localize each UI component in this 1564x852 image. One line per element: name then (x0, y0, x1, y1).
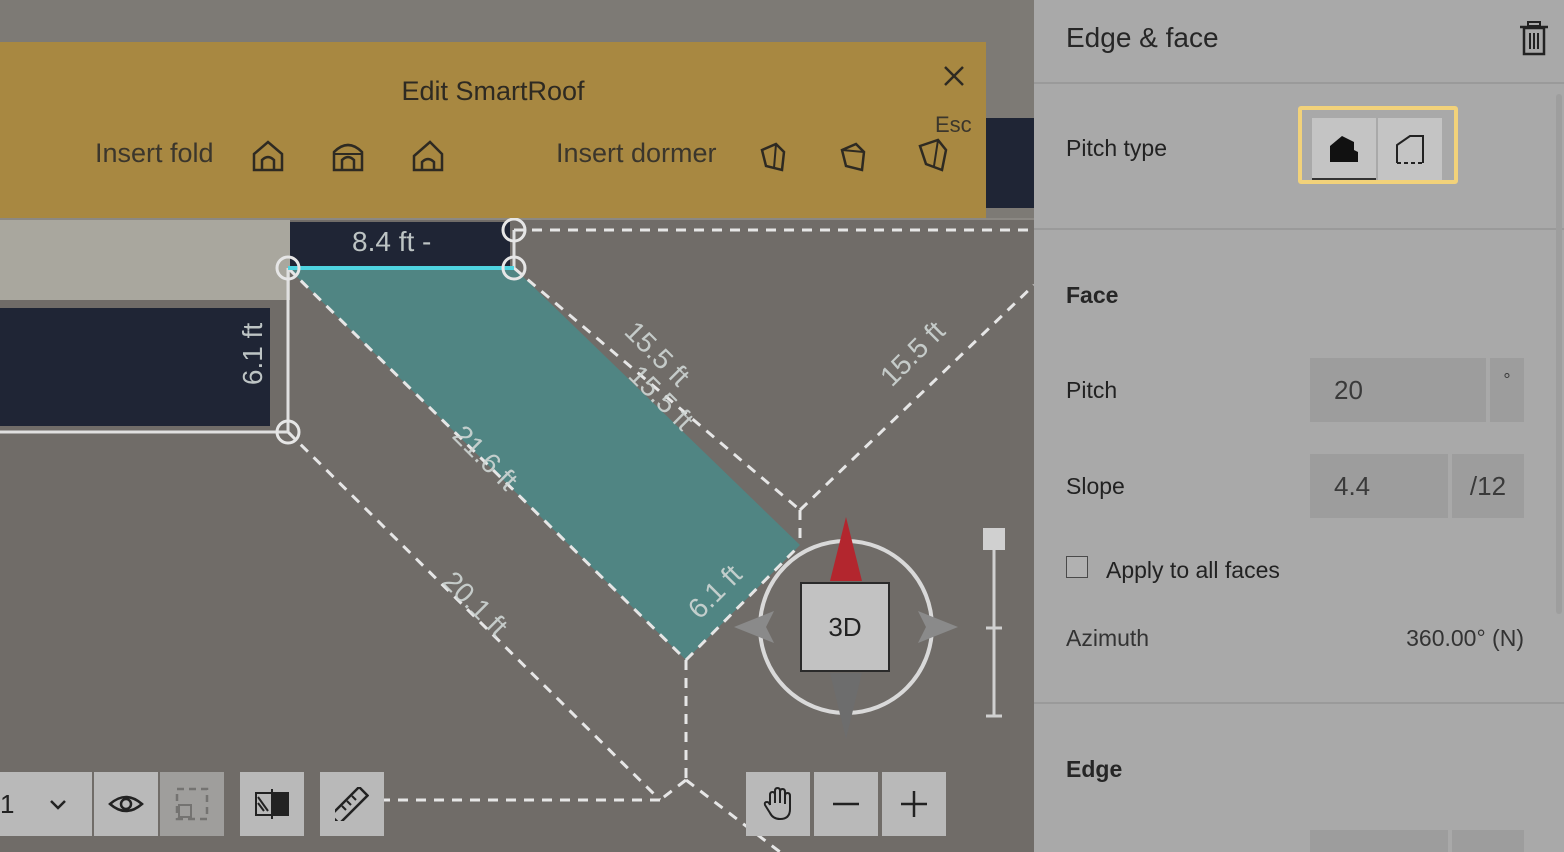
edge-length-label: 8.4 ft - (352, 226, 432, 257)
delete-button[interactable] (1518, 20, 1550, 56)
pitched-roof-icon (1330, 136, 1358, 162)
south-arrow[interactable] (830, 673, 862, 739)
hip-fold-icon (332, 143, 364, 172)
ruler-icon (335, 787, 369, 821)
close-icon (944, 66, 964, 86)
rotate-left-arrow[interactable] (734, 611, 774, 643)
apply-all-faces-label: Apply to all faces (1106, 557, 1280, 583)
measure-tool-button[interactable] (320, 772, 384, 836)
hand-pan-icon (763, 787, 791, 821)
esc-hint: Esc (935, 112, 972, 137)
gable-fold-button[interactable] (248, 136, 288, 176)
flat-roof-option[interactable] (1378, 118, 1442, 180)
edge-section-heading: Edge (1066, 756, 1123, 782)
zoom-in-button[interactable] (882, 772, 946, 836)
layer-value: 1 (0, 788, 15, 819)
toggle-visibility-button[interactable] (94, 772, 158, 836)
zoom-in-icon (901, 791, 927, 817)
banner-title: Edit SmartRoof (401, 76, 585, 106)
hip-dormer-icon (840, 142, 866, 172)
pitch-type-toggle (1298, 106, 1458, 184)
dark-shadow-area (0, 308, 270, 426)
select-box-icon (175, 787, 209, 821)
pitch-unit: ° (1490, 358, 1524, 422)
shed-dormer-button[interactable] (914, 136, 954, 176)
pitched-roof-option[interactable] (1312, 118, 1376, 180)
edge-face-panel: Edge & face Pitch type Face Pitch ° S (1034, 0, 1564, 852)
gable-dormer-button[interactable] (754, 136, 794, 176)
chevron-down-icon (50, 800, 66, 810)
header-divider (1034, 82, 1564, 84)
slope-input[interactable] (1310, 454, 1448, 518)
hip-fold-button[interactable] (328, 136, 368, 176)
face-section-heading: Face (1066, 282, 1119, 308)
gable-dormer-icon (760, 142, 786, 172)
tilt-slider-handle[interactable] (983, 528, 1005, 550)
tilt-slider[interactable] (980, 528, 1008, 722)
zoom-out-icon (833, 802, 859, 806)
layer-select[interactable]: 1 (0, 772, 92, 836)
visibility-toggle-icon (255, 789, 289, 819)
trash-icon (1520, 21, 1548, 56)
3d-view-button[interactable]: 3D (800, 582, 890, 672)
neighbor-roof-patch (0, 220, 290, 300)
select-box-button[interactable] (160, 772, 224, 836)
panel-title: Edge & face (1066, 22, 1219, 53)
section-divider (1034, 228, 1564, 230)
pitch-label: Pitch (1066, 377, 1118, 403)
rotate-right-arrow[interactable] (918, 611, 958, 643)
north-arrow[interactable] (830, 517, 862, 581)
pan-tool-button[interactable] (746, 772, 810, 836)
apply-all-faces-checkbox[interactable] (1066, 556, 1088, 578)
azimuth-value: 360.00° (N) (1406, 625, 1524, 651)
zoom-out-button[interactable] (814, 772, 878, 836)
panel-scrollbar[interactable] (1556, 94, 1562, 614)
close-banner-button[interactable] (940, 62, 968, 90)
insert-dormer-label: Insert dormer (556, 138, 717, 168)
pitch-input[interactable] (1310, 358, 1486, 422)
shed-fold-icon (412, 140, 444, 172)
eye-icon (108, 795, 144, 813)
edit-smartroof-banner: Edit SmartRoof Esc Insert fold Insert do… (0, 42, 986, 218)
slope-label: Slope (1066, 473, 1125, 499)
section-divider (1034, 702, 1564, 704)
toggle-imagery-button[interactable] (240, 772, 304, 836)
edge-length-label: 6.1 ft (237, 322, 269, 386)
pitch-type-label: Pitch type (1066, 135, 1167, 161)
flat-roof-icon (1396, 135, 1424, 164)
slope-unit: /12 (1452, 454, 1524, 518)
edge-input-partial[interactable] (1310, 830, 1448, 852)
hip-dormer-button[interactable] (834, 136, 874, 176)
shed-dormer-icon (918, 138, 948, 172)
insert-fold-label: Insert fold (95, 138, 214, 168)
gable-fold-icon (252, 140, 284, 172)
edge-unit-partial (1452, 830, 1524, 852)
azimuth-label: Azimuth (1066, 625, 1150, 651)
shed-fold-button[interactable] (408, 136, 448, 176)
